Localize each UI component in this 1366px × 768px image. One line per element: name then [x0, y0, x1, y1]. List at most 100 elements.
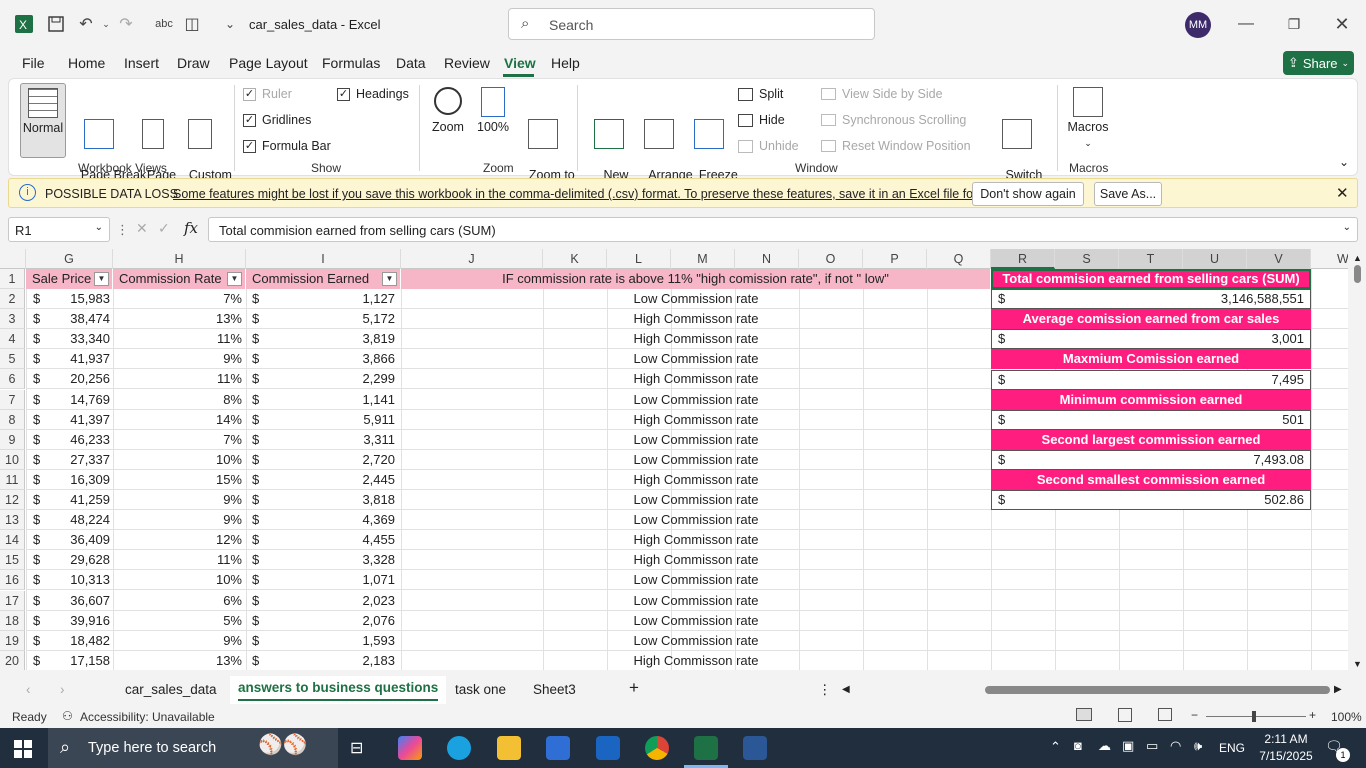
- commission-earned-cell[interactable]: 4,455: [260, 530, 395, 550]
- sale-price-cell[interactable]: 33,340: [40, 329, 110, 349]
- summary-title[interactable]: Second smallest commission earned: [991, 470, 1311, 490]
- horizontal-scroll-thumb[interactable]: [985, 686, 1330, 694]
- battery-icon[interactable]: ▭: [1146, 738, 1158, 754]
- file-explorer-icon[interactable]: [497, 736, 521, 760]
- sale-price-cell[interactable]: 29,628: [40, 550, 110, 570]
- row-header[interactable]: 5: [0, 349, 25, 369]
- collapse-ribbon-icon[interactable]: ⌄: [1339, 155, 1349, 169]
- split-button[interactable]: Split: [738, 87, 783, 101]
- commission-label-cell[interactable]: Low Commission rate: [401, 611, 991, 631]
- commission-label-cell[interactable]: Low Commission rate: [401, 570, 991, 590]
- summary-value-row[interactable]: $7,495: [991, 370, 1311, 390]
- summary-value-row[interactable]: $501: [991, 410, 1311, 430]
- more-tabs-icon[interactable]: ⋮: [818, 682, 832, 698]
- row-header[interactable]: 11: [0, 470, 25, 490]
- commission-label-cell[interactable]: Low Commission rate: [401, 591, 991, 611]
- column-header-k[interactable]: K: [543, 249, 607, 269]
- cancel-icon[interactable]: ✕: [136, 220, 148, 237]
- scroll-thumb[interactable]: [1354, 265, 1361, 283]
- sale-price-cell[interactable]: 41,259: [40, 490, 110, 510]
- sale-price-cell[interactable]: 36,607: [40, 591, 110, 611]
- commission-earned-cell[interactable]: 1,071: [260, 570, 395, 590]
- row-header[interactable]: 20: [0, 651, 25, 670]
- commission-rate-cell[interactable]: 11%: [113, 329, 242, 349]
- reset-window-position-button[interactable]: Reset Window Position: [821, 139, 971, 153]
- commission-earned-cell[interactable]: 2,445: [260, 470, 395, 490]
- column-header-r[interactable]: R: [991, 249, 1055, 269]
- sale-price-cell[interactable]: 15,983: [40, 289, 110, 309]
- commission-rate-cell[interactable]: 10%: [113, 570, 242, 590]
- tablet-icon[interactable]: ▣: [1122, 738, 1134, 754]
- summary-value-row[interactable]: $502.86: [991, 490, 1311, 510]
- commission-label-cell[interactable]: Low Commission rate: [401, 349, 991, 369]
- banner-message[interactable]: Some features might be lost if you save …: [173, 187, 1002, 201]
- ruler-checkbox[interactable]: ✓ Ruler: [243, 87, 292, 101]
- sale-price-cell[interactable]: 27,337: [40, 450, 110, 470]
- menu-file[interactable]: File: [22, 55, 45, 71]
- commission-label-cell[interactable]: Low Commission rate: [401, 289, 991, 309]
- commission-label-cell[interactable]: High Commisson rate: [401, 651, 991, 670]
- commission-rate-cell[interactable]: 11%: [113, 550, 242, 570]
- row-header[interactable]: 6: [0, 369, 25, 389]
- windows-start-icon[interactable]: [14, 740, 32, 758]
- redo-icon[interactable]: ↷: [114, 12, 138, 36]
- task-view-icon[interactable]: ⊟: [350, 738, 363, 758]
- row-header[interactable]: 13: [0, 510, 25, 530]
- tab-answers-to-business-questions[interactable]: answers to business questions: [230, 676, 447, 704]
- clock-time[interactable]: 2:11 AM: [1256, 732, 1316, 746]
- excel-taskbar-icon[interactable]: [694, 736, 718, 760]
- commission-earned-cell[interactable]: 3,328: [260, 550, 395, 570]
- summary-title[interactable]: Maxmium Comission earned: [991, 349, 1311, 369]
- prev-sheet-icon[interactable]: ‹: [26, 682, 31, 697]
- row-header[interactable]: 14: [0, 530, 25, 550]
- row-header[interactable]: 17: [0, 591, 25, 611]
- menu-data[interactable]: Data: [396, 55, 426, 71]
- commission-earned-cell[interactable]: 3,311: [260, 430, 395, 450]
- undo-icon[interactable]: ↶: [74, 12, 98, 36]
- column-header-n[interactable]: N: [735, 249, 799, 269]
- insert-function-icon[interactable]: fx: [184, 219, 198, 237]
- filter-dropdown-icon[interactable]: ▼: [227, 272, 242, 286]
- commission-earned-cell[interactable]: 5,172: [260, 309, 395, 329]
- menu-view[interactable]: View: [504, 55, 536, 71]
- summary-value-row[interactable]: $3,146,588,551: [991, 289, 1311, 309]
- commission-label-cell[interactable]: High Commisson rate: [401, 470, 991, 490]
- spelling-icon[interactable]: abc: [152, 12, 176, 36]
- column-header-j[interactable]: J: [401, 249, 543, 269]
- accessibility-status[interactable]: Accessibility: Unavailable: [80, 710, 215, 724]
- spreadsheet-grid[interactable]: G H I J K L M N O P Q R S T U V W 2 $15,9…: [0, 249, 1348, 670]
- row-header[interactable]: 10: [0, 450, 25, 470]
- commission-rate-cell[interactable]: 11%: [113, 369, 242, 389]
- row-header[interactable]: 9: [0, 430, 25, 450]
- row-header[interactable]: 7: [0, 390, 25, 410]
- scroll-left-icon[interactable]: ◀: [842, 684, 850, 695]
- menu-page-layout[interactable]: Page Layout: [229, 55, 308, 71]
- commission-rate-cell[interactable]: 14%: [113, 410, 242, 430]
- column-header-u[interactable]: U: [1183, 249, 1247, 269]
- commission-earned-cell[interactable]: 1,127: [260, 289, 395, 309]
- column-header-l[interactable]: L: [607, 249, 671, 269]
- row-header[interactable]: 18: [0, 611, 25, 631]
- vertical-scrollbar[interactable]: ▲ ▼: [1348, 249, 1366, 670]
- save-as-button[interactable]: Save As...: [1094, 182, 1162, 206]
- commission-rate-cell[interactable]: 5%: [113, 611, 242, 631]
- share-button[interactable]: ⇪ Share ⌄: [1283, 51, 1354, 75]
- normal-view-button[interactable]: Normal: [20, 83, 66, 158]
- column-header-v[interactable]: V: [1247, 249, 1311, 269]
- summary-title[interactable]: Second largest commission earned: [991, 430, 1311, 450]
- sale-price-cell[interactable]: 14,769: [40, 390, 110, 410]
- row-header-1[interactable]: 1: [0, 269, 25, 289]
- commission-earned-cell[interactable]: 3,866: [260, 349, 395, 369]
- commission-earned-cell[interactable]: 2,183: [260, 651, 395, 670]
- header-commission-earned[interactable]: Commission Earned ▼: [246, 269, 401, 289]
- page-break-icon[interactable]: [1158, 708, 1172, 721]
- zoom-100-button[interactable]: 100%: [475, 87, 511, 135]
- meet-icon[interactable]: ◙: [1074, 738, 1082, 753]
- zoom-slider-thumb[interactable]: [1252, 711, 1256, 722]
- header-commission-rate[interactable]: Commission Rate ▼: [113, 269, 246, 289]
- minimize-icon[interactable]: —: [1234, 12, 1258, 36]
- restore-icon[interactable]: ❐: [1282, 12, 1306, 36]
- filter-dropdown-icon[interactable]: ▼: [382, 272, 397, 286]
- menu-review[interactable]: Review: [444, 55, 490, 71]
- synchronous-scrolling-button[interactable]: Synchronous Scrolling: [821, 113, 966, 127]
